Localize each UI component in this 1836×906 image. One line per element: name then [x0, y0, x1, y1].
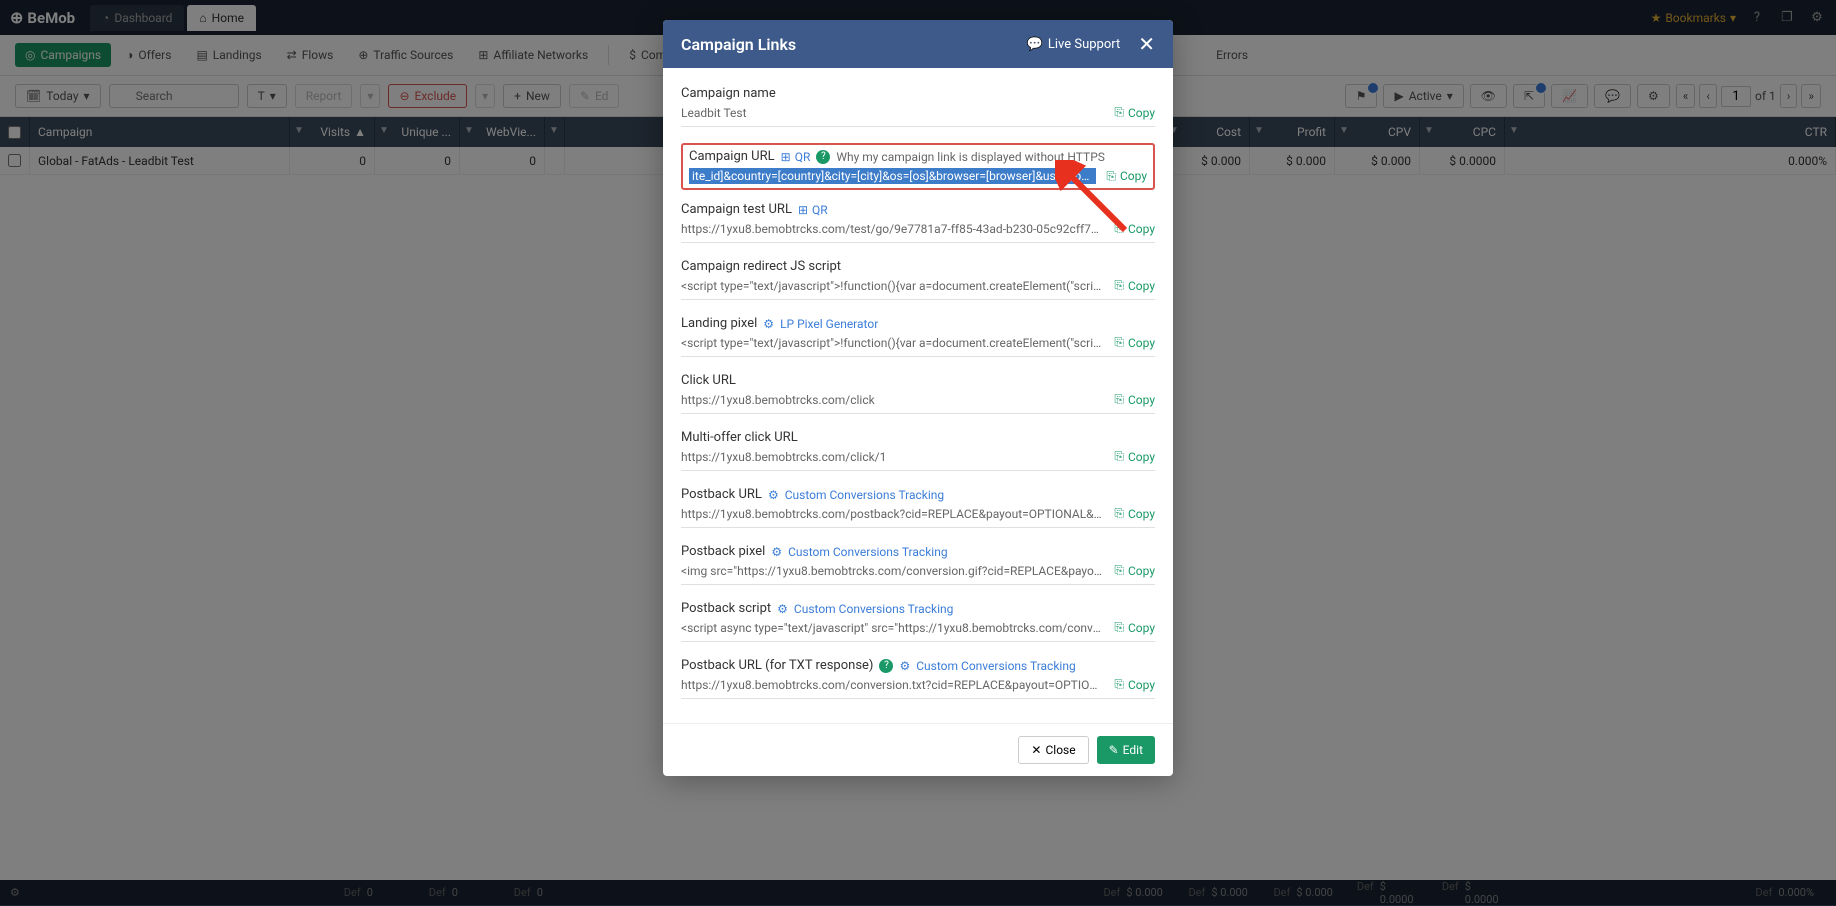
edit-icon: ✎ — [1109, 743, 1119, 757]
copy-icon: ⎘ — [1114, 563, 1124, 578]
copy-button[interactable]: ⎘Copy — [1114, 105, 1155, 120]
close-icon[interactable]: ✕ — [1138, 34, 1155, 54]
field-group: Campaign redirect JS script <script type=… — [681, 259, 1155, 300]
field-group: Campaign name Leadbit Test ⎘Copy — [681, 86, 1155, 127]
campaign-links-modal: Campaign Links 💬Live Support ✕ Campaign … — [663, 20, 1173, 776]
copy-button[interactable]: ⎘Copy — [1114, 449, 1155, 464]
field-group: Click URL https://1yxu8.bemobtrcks.com/cl… — [681, 373, 1155, 414]
copy-button[interactable]: ⎘Copy — [1114, 221, 1155, 236]
field-value[interactable]: <script type="text/javascript">!function… — [681, 336, 1104, 350]
extra-link[interactable]: LP Pixel Generator — [780, 317, 878, 331]
copy-icon: ⎘ — [1114, 392, 1124, 407]
modal-body: Campaign name Leadbit Test ⎘Copy Campaign U… — [663, 68, 1173, 723]
field-label: Postback URL⚙Custom Conversions Tracking — [681, 487, 1155, 502]
modal-title: Campaign Links — [681, 35, 796, 54]
field-value[interactable]: Leadbit Test — [681, 106, 1104, 120]
copy-button[interactable]: ⎘Copy — [1114, 278, 1155, 293]
qr-icon: ⊞ — [781, 150, 791, 164]
help-icon[interactable]: ? — [816, 150, 830, 164]
field-label: Campaign URL⊞QR?Why my campaign link is … — [689, 149, 1147, 164]
gear-icon[interactable]: ⚙ — [771, 545, 782, 559]
gear-icon[interactable]: ⚙ — [777, 602, 788, 616]
field-label: Multi-offer click URL — [681, 430, 1155, 445]
field-group: Multi-offer click URL https://1yxu8.bemob… — [681, 430, 1155, 471]
extra-link[interactable]: Custom Conversions Tracking — [794, 602, 953, 616]
help-icon[interactable]: ? — [879, 659, 893, 673]
copy-button[interactable]: ⎘Copy — [1114, 335, 1155, 350]
field-label: Postback pixel⚙Custom Conversions Tracki… — [681, 544, 1155, 559]
copy-icon: ⎘ — [1114, 677, 1124, 692]
field-label: Campaign test URL⊞QR — [681, 202, 1155, 217]
live-support-button[interactable]: 💬Live Support — [1027, 37, 1121, 52]
copy-icon: ⎘ — [1114, 335, 1124, 350]
modal-footer: ✕Close ✎Edit — [663, 723, 1173, 776]
field-group: Landing pixel⚙LP Pixel Generator<script … — [681, 316, 1155, 357]
gear-icon[interactable]: ⚙ — [763, 317, 774, 331]
field-value[interactable]: <img src="https://1yxu8.bemobtrcks.com/c… — [681, 564, 1104, 578]
gear-icon[interactable]: ⚙ — [899, 659, 910, 673]
field-value[interactable]: https://1yxu8.bemobtrcks.com/click — [681, 393, 1104, 407]
field-label: Postback script⚙Custom Conversions Track… — [681, 601, 1155, 616]
field-value[interactable]: https://1yxu8.bemobtrcks.com/postback?ci… — [681, 507, 1104, 521]
field-group: Campaign URL⊞QR?Why my campaign link is … — [681, 143, 1155, 190]
field-group: Postback URL (for TXT response)?⚙Custom … — [681, 658, 1155, 699]
modal-header: Campaign Links 💬Live Support ✕ — [663, 20, 1173, 68]
field-value[interactable]: ite_id]&country=[country]&city=[city]&os… — [689, 168, 1096, 184]
qr-icon: ⊞ — [798, 203, 808, 217]
copy-button[interactable]: ⎘Copy — [1114, 677, 1155, 692]
field-label: Postback URL (for TXT response)?⚙Custom … — [681, 658, 1155, 673]
edit-button[interactable]: ✎Edit — [1097, 736, 1155, 764]
copy-icon: ⎘ — [1114, 449, 1124, 464]
field-value[interactable]: https://1yxu8.bemobtrcks.com/click/1 — [681, 450, 1104, 464]
copy-button[interactable]: ⎘Copy — [1106, 169, 1147, 184]
field-group: Postback pixel⚙Custom Conversions Tracki… — [681, 544, 1155, 585]
copy-button[interactable]: ⎘Copy — [1114, 563, 1155, 578]
field-value[interactable]: <script type="text/javascript">!function… — [681, 279, 1104, 293]
close-button[interactable]: ✕Close — [1018, 736, 1088, 764]
field-value[interactable]: https://1yxu8.bemobtrcks.com/test/go/9e7… — [681, 222, 1104, 236]
extra-link[interactable]: Custom Conversions Tracking — [785, 488, 944, 502]
gear-icon[interactable]: ⚙ — [768, 488, 779, 502]
copy-button[interactable]: ⎘Copy — [1114, 506, 1155, 521]
field-label: Landing pixel⚙LP Pixel Generator — [681, 316, 1155, 331]
chat-icon: 💬 — [1027, 37, 1043, 52]
field-value[interactable]: <script async type="text/javascript" src… — [681, 621, 1104, 635]
field-label: Campaign name — [681, 86, 1155, 101]
qr-link[interactable]: ⊞QR — [781, 150, 811, 164]
copy-icon: ⎘ — [1114, 278, 1124, 293]
field-group: Postback URL⚙Custom Conversions Tracking… — [681, 487, 1155, 528]
field-label: Campaign redirect JS script — [681, 259, 1155, 274]
copy-icon: ⎘ — [1114, 506, 1124, 521]
qr-link[interactable]: ⊞QR — [798, 203, 828, 217]
field-note: Why my campaign link is displayed withou… — [836, 150, 1105, 164]
extra-link[interactable]: Custom Conversions Tracking — [916, 659, 1075, 673]
copy-icon: ⎘ — [1106, 169, 1116, 184]
field-group: Campaign test URL⊞QR https://1yxu8.bemobt… — [681, 202, 1155, 243]
field-group: Postback script⚙Custom Conversions Track… — [681, 601, 1155, 642]
field-value[interactable]: https://1yxu8.bemobtrcks.com/conversion.… — [681, 678, 1104, 692]
copy-icon: ⎘ — [1114, 105, 1124, 120]
field-label: Click URL — [681, 373, 1155, 388]
x-icon: ✕ — [1031, 743, 1041, 757]
copy-icon: ⎘ — [1114, 620, 1124, 635]
copy-icon: ⎘ — [1114, 221, 1124, 236]
copy-button[interactable]: ⎘Copy — [1114, 620, 1155, 635]
copy-button[interactable]: ⎘Copy — [1114, 392, 1155, 407]
extra-link[interactable]: Custom Conversions Tracking — [788, 545, 947, 559]
